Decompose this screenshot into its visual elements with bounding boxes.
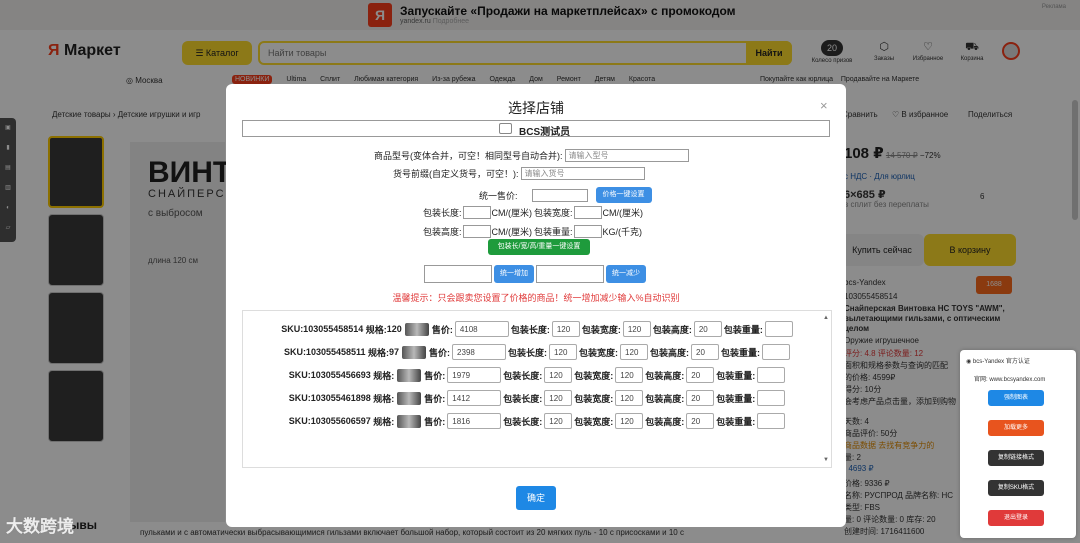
sku-length-input[interactable] (549, 344, 578, 360)
sku-weight-input[interactable] (762, 344, 791, 360)
dims-set-button[interactable]: 包装长/宽/高/重量一键设置 (488, 239, 590, 255)
sku-length-input[interactable] (544, 390, 573, 406)
sku-price-input[interactable] (447, 413, 502, 429)
decrease-button[interactable]: 统一减少 (606, 265, 646, 283)
sku-weight-input[interactable] (757, 390, 786, 406)
sku-weight-input[interactable] (764, 321, 793, 337)
pkg-height-input[interactable] (462, 225, 491, 238)
increase-input[interactable] (424, 265, 492, 283)
table-row: SKU:103055456693 规格: 售价: 包装长度: 包装宽度: 包装高… (243, 367, 833, 383)
sku-list[interactable]: ▲ ▼ SKU:103055458514 规格:120 售价: 包装长度: 包装… (242, 310, 832, 468)
price-set-button[interactable]: 价格一键设置 (595, 187, 652, 203)
modal-title: 选择店铺 (508, 100, 564, 116)
model-input[interactable] (564, 149, 689, 162)
sku-length-input[interactable] (544, 413, 573, 429)
select-store-modal: 选择店铺 × BCS测试员 商品型号(变体合并，可空！相同型号自动合并): 货号… (226, 84, 846, 527)
logout-button[interactable]: 退出登录 (988, 510, 1044, 526)
sku-width-input[interactable] (615, 390, 644, 406)
pkg-row-1: 包装长度: CM/(厘米) 包装宽度: CM/(厘米) (423, 206, 644, 219)
model-row: 商品型号(变体合并，可空！相同型号自动合并): (374, 149, 689, 162)
sku-height-input[interactable] (686, 413, 715, 429)
sku-thumbnail (402, 345, 427, 359)
sku-width-input[interactable] (615, 413, 644, 429)
sku-weight-input[interactable] (757, 367, 786, 383)
sku-height-input[interactable] (693, 321, 722, 337)
sku-price-input[interactable] (452, 344, 507, 360)
force-chart-button[interactable]: 强制图表 (988, 390, 1044, 406)
plugin-url[interactable]: 官网: www.bcsyandex.com (974, 374, 1045, 383)
sku-thumbnail (404, 322, 429, 336)
sku-width-input[interactable] (622, 321, 651, 337)
adjust-row: 统一增加 统一减少 (424, 265, 646, 283)
pkg-row-2: 包装高度: CM/(厘米) 包装重量: KG/(千克) (423, 225, 643, 238)
close-icon[interactable]: × (820, 98, 828, 113)
sku-prefix-input[interactable] (520, 167, 645, 180)
sku-height-input[interactable] (691, 344, 720, 360)
watermark: 大数跨境 (6, 517, 74, 536)
store-checkbox[interactable] (499, 123, 512, 134)
store-option[interactable]: BCS测试员 (242, 120, 830, 138)
sku-thumbnail (397, 391, 422, 405)
scroll-down-icon[interactable]: ▼ (823, 457, 829, 463)
load-more-button[interactable]: 加载更多 (988, 420, 1044, 436)
unified-price-row: 统一售价: 价格一键设置 (479, 187, 652, 203)
sku-prefix-row: 货号前缀(自定义货号，可空！): (393, 167, 645, 180)
copy-sku-format-button[interactable]: 复制SKU格式 (988, 480, 1044, 496)
sku-price-input[interactable] (447, 367, 502, 383)
sku-thumbnail (397, 414, 422, 428)
plugin-logo-icon: ◉ (966, 359, 972, 365)
sku-thumbnail (397, 368, 422, 382)
store-name: BCS测试员 (519, 127, 571, 138)
table-row: SKU:103055458511 规格:97 售价: 包装长度: 包装宽度: 包… (243, 344, 833, 360)
sku-weight-input[interactable] (757, 413, 786, 429)
sku-length-input[interactable] (544, 367, 573, 383)
plugin-header: ◉ bcs-Yandex 官方认证 (966, 359, 1030, 365)
unified-price-input[interactable] (531, 188, 588, 202)
copy-link-format-button[interactable]: 复制链接格式 (988, 450, 1044, 466)
pkg-weight-input[interactable] (573, 225, 602, 238)
table-row: SKU:103055606597 规格: 售价: 包装长度: 包装宽度: 包装高… (243, 413, 833, 429)
sku-width-input[interactable] (615, 367, 644, 383)
table-row: SKU:103055461898 规格: 售价: 包装长度: 包装宽度: 包装高… (243, 390, 833, 406)
sku-length-input[interactable] (551, 321, 580, 337)
sku-height-input[interactable] (686, 367, 715, 383)
table-row: SKU:103055458514 规格:120 售价: 包装长度: 包装宽度: … (243, 321, 833, 337)
plugin-panel: ◉ bcs-Yandex 官方认证 官网: www.bcsyandex.com … (960, 350, 1076, 538)
decrease-input[interactable] (536, 265, 604, 283)
confirm-button[interactable]: 确定 (516, 486, 556, 510)
sku-price-input[interactable] (454, 321, 509, 337)
warning-text: 温馨提示：只会跟卖您设置了价格的商品！统一增加减少输入%自动识别 (392, 293, 680, 303)
sku-price-input[interactable] (447, 390, 502, 406)
sku-width-input[interactable] (620, 344, 649, 360)
increase-button[interactable]: 统一增加 (494, 265, 534, 283)
dims-set-row: 包装长/宽/高/重量一键设置 (488, 239, 590, 255)
pkg-length-input[interactable] (462, 206, 491, 219)
pkg-width-input[interactable] (573, 206, 602, 219)
sku-height-input[interactable] (686, 390, 715, 406)
